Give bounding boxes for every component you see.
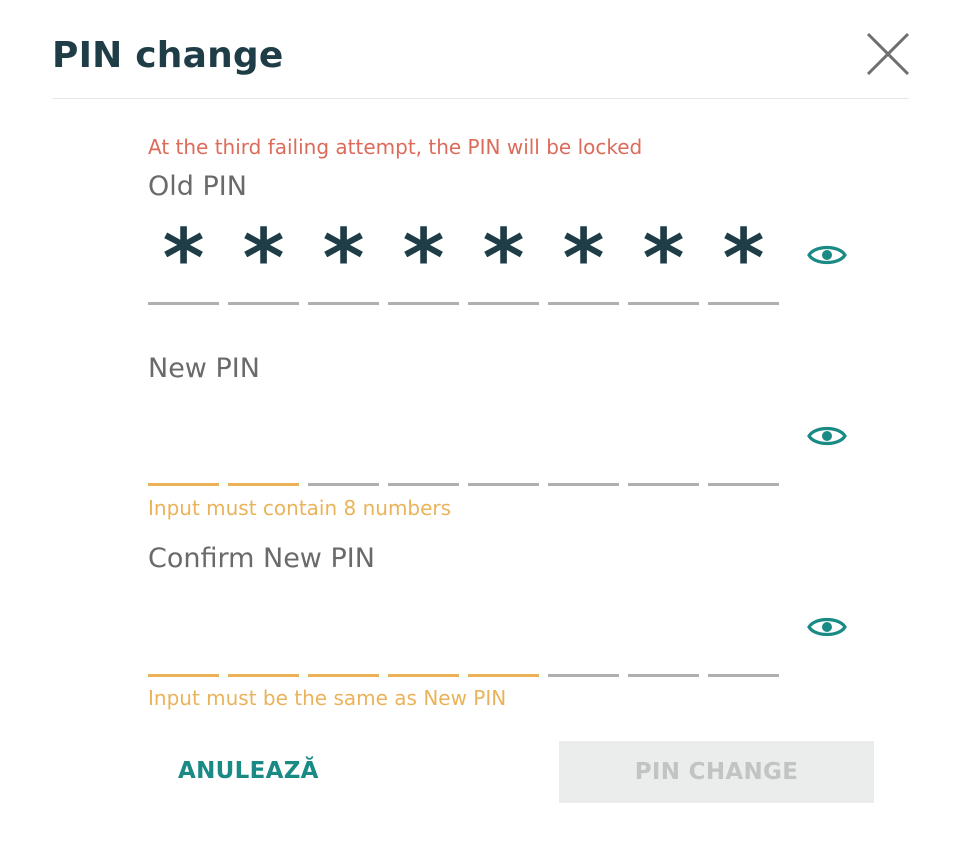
old-pin-visibility-toggle[interactable] (807, 241, 847, 269)
confirm-pin-input[interactable] (148, 587, 780, 677)
new-pin-input[interactable] (148, 396, 780, 486)
close-button[interactable] (864, 30, 912, 78)
cancel-button[interactable]: ANULEAZĂ (178, 756, 319, 786)
new-pin-digit[interactable] (628, 396, 699, 486)
confirm-pin-digit[interactable] (308, 587, 379, 677)
old-pin-input[interactable]: * * * * * * * * (148, 215, 780, 305)
old-pin-digit[interactable]: * (548, 215, 619, 305)
digit-underline (308, 302, 379, 305)
digit-underline (468, 483, 539, 486)
new-pin-label: New PIN (148, 353, 260, 384)
digit-underline (548, 674, 619, 677)
masked-digit: * (322, 212, 365, 305)
masked-digit: * (642, 212, 685, 305)
new-pin-digit[interactable] (468, 396, 539, 486)
new-pin-visibility-toggle[interactable] (807, 422, 847, 450)
eye-icon (807, 617, 847, 637)
masked-digit: * (242, 212, 285, 305)
old-pin-label: Old PIN (148, 171, 247, 202)
masked-digit: * (722, 212, 765, 305)
new-pin-digit[interactable] (388, 396, 459, 486)
new-pin-digit[interactable] (308, 396, 379, 486)
digit-underline (148, 483, 219, 486)
pin-change-button[interactable]: PIN CHANGE (559, 741, 874, 803)
digit-underline (148, 674, 219, 677)
masked-digit: * (162, 212, 205, 305)
digit-underline (148, 302, 219, 305)
digit-underline (388, 483, 459, 486)
eye-icon (807, 245, 847, 265)
new-pin-digit[interactable] (548, 396, 619, 486)
new-pin-digit[interactable] (708, 396, 779, 486)
digit-underline (228, 302, 299, 305)
close-icon (866, 32, 910, 76)
digit-underline (468, 302, 539, 305)
digit-underline (388, 302, 459, 305)
old-pin-digit[interactable]: * (628, 215, 699, 305)
digit-underline (308, 674, 379, 677)
digit-underline (628, 302, 699, 305)
old-pin-digit[interactable]: * (468, 215, 539, 305)
confirm-pin-digit[interactable] (228, 587, 299, 677)
digit-underline (228, 674, 299, 677)
old-pin-digit[interactable]: * (148, 215, 219, 305)
confirm-pin-digit[interactable] (548, 587, 619, 677)
digit-underline (388, 674, 459, 677)
old-pin-digit[interactable]: * (708, 215, 779, 305)
masked-digit: * (562, 212, 605, 305)
confirm-pin-digit[interactable] (708, 587, 779, 677)
digit-underline (228, 483, 299, 486)
masked-digit: * (482, 212, 525, 305)
digit-underline (548, 302, 619, 305)
digit-underline (708, 483, 779, 486)
confirm-pin-hint: Input must be the same as New PIN (148, 686, 507, 710)
confirm-pin-visibility-toggle[interactable] (807, 613, 847, 641)
confirm-pin-digit[interactable] (628, 587, 699, 677)
new-pin-digit[interactable] (228, 396, 299, 486)
old-pin-digit[interactable]: * (388, 215, 459, 305)
digit-underline (628, 674, 699, 677)
old-pin-digit[interactable]: * (228, 215, 299, 305)
confirm-pin-digit[interactable] (148, 587, 219, 677)
header-divider (52, 98, 909, 99)
digit-underline (308, 483, 379, 486)
old-pin-digit[interactable]: * (308, 215, 379, 305)
new-pin-hint: Input must contain 8 numbers (148, 496, 452, 520)
digit-underline (468, 674, 539, 677)
new-pin-digit[interactable] (148, 396, 219, 486)
masked-digit: * (402, 212, 445, 305)
digit-underline (548, 483, 619, 486)
digit-underline (628, 483, 699, 486)
eye-icon (807, 426, 847, 446)
digit-underline (708, 674, 779, 677)
confirm-pin-digit[interactable] (468, 587, 539, 677)
digit-underline (708, 302, 779, 305)
dialog-title: PIN change (52, 35, 284, 76)
lock-warning: At the third failing attempt, the PIN wi… (148, 135, 643, 159)
confirm-pin-label: Confirm New PIN (148, 543, 375, 574)
confirm-pin-digit[interactable] (388, 587, 459, 677)
